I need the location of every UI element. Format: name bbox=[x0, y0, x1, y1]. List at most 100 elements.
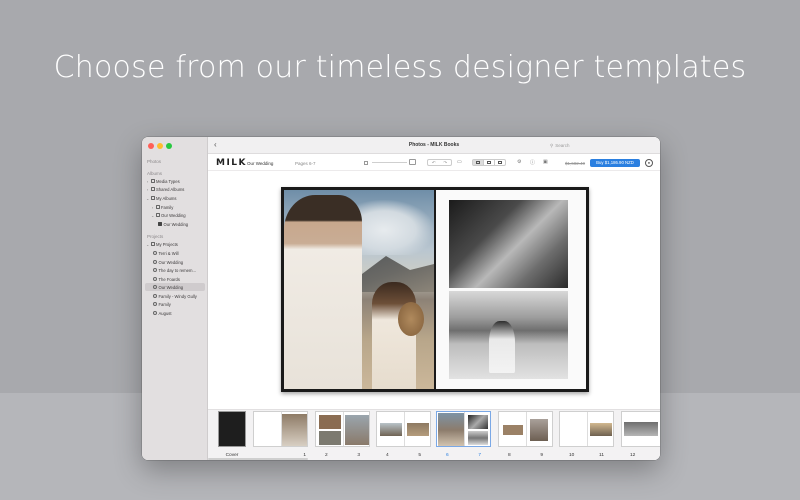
book-project-icon bbox=[153, 302, 157, 306]
sidebar-item-august[interactable]: August bbox=[152, 309, 212, 317]
close-window-button[interactable] bbox=[148, 143, 154, 149]
thumb-page-4-5[interactable]: 4 5 bbox=[376, 411, 431, 458]
undo-icon[interactable]: ↶ bbox=[432, 160, 436, 166]
sidebar-item-label: Family bbox=[161, 204, 174, 210]
sidebar-item-media-types[interactable]: › Media Types bbox=[145, 177, 205, 185]
book-canvas bbox=[208, 172, 660, 409]
app-window: Photos Albums › Media Types › Shared Alb… bbox=[142, 137, 660, 460]
buy-button[interactable]: Buy $1,186.90 NZD bbox=[590, 158, 640, 167]
original-price: $1,682.40 bbox=[565, 160, 586, 166]
thumb-page-6-7[interactable]: 6 7 bbox=[436, 411, 491, 458]
sidebar-item-my-albums[interactable]: ⌄ My Albums bbox=[145, 194, 205, 202]
page-number: 10 bbox=[569, 453, 575, 458]
sidebar-item-our-wedding-folder[interactable]: ⌄ Our Wedding bbox=[150, 211, 210, 219]
view-page-button[interactable] bbox=[484, 160, 495, 165]
right-page-photo-bottom[interactable] bbox=[449, 291, 568, 379]
sidebar-item-label: My Projects bbox=[156, 241, 178, 247]
preview-icon[interactable]: ▣ bbox=[543, 159, 548, 165]
thumb-photo bbox=[380, 423, 402, 436]
thumb-page-12[interactable]: 12 bbox=[621, 411, 660, 458]
settings-icon[interactable]: ⚙ bbox=[517, 159, 521, 165]
thumb-frame bbox=[559, 411, 614, 447]
sidebar-item-photos[interactable]: Photos bbox=[147, 159, 161, 164]
minimize-window-button[interactable] bbox=[157, 143, 163, 149]
book-project-icon bbox=[153, 251, 157, 255]
folder-icon bbox=[150, 242, 155, 246]
thumb-spine bbox=[525, 412, 526, 446]
zoom-track[interactable] bbox=[372, 162, 407, 163]
page-number: 3 bbox=[357, 453, 360, 458]
thumb-photo bbox=[319, 431, 341, 445]
chevron-down-icon[interactable]: ⌄ bbox=[146, 242, 149, 247]
spread-icon bbox=[476, 161, 480, 164]
chevron-right-icon[interactable]: › bbox=[146, 179, 149, 184]
sidebar-item-label: Our Wedding bbox=[158, 284, 184, 290]
thumb-page-1[interactable]: 1 bbox=[253, 411, 308, 458]
marketing-headline: Choose from our timeless designer templa… bbox=[53, 50, 747, 85]
toolbar: MILK Our Wedding Pages 6-7 ↶ ↷ ▭ ⚙ ⓘ ▣ $… bbox=[208, 154, 660, 171]
view-grid-button[interactable] bbox=[495, 160, 505, 165]
book-project-icon bbox=[153, 311, 157, 315]
redo-icon[interactable]: ↷ bbox=[443, 160, 447, 166]
project-name[interactable]: Our Wedding bbox=[247, 161, 273, 166]
thumb-frame bbox=[218, 411, 246, 447]
chevron-right-icon[interactable]: › bbox=[146, 187, 149, 192]
sidebar-item-label: Shared Albums bbox=[156, 186, 185, 192]
sidebar-item-family[interactable]: › Family bbox=[150, 203, 210, 211]
thumb-labels: 8 9 bbox=[498, 453, 553, 458]
thumb-photo bbox=[624, 422, 658, 436]
chevron-right-icon[interactable]: › bbox=[151, 205, 154, 210]
chevron-down-icon[interactable]: ⌄ bbox=[151, 213, 154, 218]
folder-icon bbox=[150, 196, 155, 200]
book-project-icon bbox=[153, 294, 157, 298]
page-number: 9 bbox=[540, 453, 543, 458]
thumb-photo bbox=[468, 431, 488, 445]
thumb-labels: 2 3 bbox=[315, 453, 370, 458]
zoom-slider[interactable] bbox=[364, 159, 416, 166]
right-page bbox=[436, 190, 586, 389]
sidebar-item-family-project[interactable]: Family bbox=[152, 300, 212, 308]
page-number: 5 bbox=[418, 453, 421, 458]
sidebar-item-label: Our Wedding bbox=[163, 221, 189, 227]
thumb-photo bbox=[503, 425, 523, 435]
sidebar-item-family-windy-gully[interactable]: Family - Windy Gully bbox=[152, 292, 212, 300]
filmstrip-scrollbar[interactable] bbox=[208, 458, 308, 460]
search-field[interactable]: ⚲ Search bbox=[546, 141, 654, 150]
sidebar-item-our-wedding-1[interactable]: Our Wedding bbox=[152, 258, 212, 266]
account-icon[interactable]: ● bbox=[645, 158, 653, 167]
thumb-photo bbox=[407, 423, 429, 436]
chevron-down-icon[interactable]: ⌄ bbox=[146, 196, 149, 201]
photo-hat bbox=[398, 302, 424, 336]
sidebar-item-label: August bbox=[158, 310, 172, 316]
thumb-page-10-11[interactable]: 10 11 bbox=[559, 411, 614, 458]
sidebar-item-my-projects[interactable]: ⌄ My Projects bbox=[145, 240, 205, 248]
milk-logo: MILK bbox=[216, 158, 248, 168]
zoom-window-button[interactable] bbox=[166, 143, 172, 149]
sidebar-item-terri-will[interactable]: Terri & Will bbox=[152, 249, 212, 257]
page-number: 7 bbox=[478, 453, 481, 458]
thumb-photo bbox=[345, 415, 369, 445]
page-number: 12 bbox=[630, 453, 636, 458]
sidebar-item-shared-albums[interactable]: › Shared Albums bbox=[145, 185, 205, 193]
sidebar-item-day-to-remember[interactable]: The day to remem... bbox=[152, 266, 212, 274]
thumb-page-2-3[interactable]: 2 3 bbox=[315, 411, 370, 458]
layout-icon[interactable]: ▭ bbox=[457, 159, 462, 165]
sidebar-item-label: My Albums bbox=[156, 195, 177, 201]
left-page-photo[interactable] bbox=[284, 190, 434, 389]
book-project-icon bbox=[153, 268, 157, 272]
thumb-frame bbox=[253, 411, 308, 447]
thumb-labels: 4 5 bbox=[376, 453, 431, 458]
sidebar-item-label: Media Types bbox=[156, 178, 180, 184]
thumb-photo bbox=[438, 413, 464, 446]
view-spread-button[interactable] bbox=[473, 160, 484, 165]
info-icon[interactable]: ⓘ bbox=[530, 159, 535, 166]
right-page-photo-top[interactable] bbox=[449, 200, 568, 288]
sidebar-item-our-wedding-2[interactable]: Our Wedding bbox=[145, 283, 205, 291]
thumb-page-8-9[interactable]: 8 9 bbox=[498, 411, 553, 458]
thumb-frame bbox=[376, 411, 431, 447]
window-controls bbox=[148, 143, 172, 149]
sidebar-item-label: Our Wedding bbox=[161, 212, 186, 218]
thumb-cover[interactable]: Cover bbox=[218, 411, 246, 458]
page-number: 6 bbox=[446, 453, 449, 458]
sidebar-item-the-foards[interactable]: The Foards bbox=[152, 275, 212, 283]
